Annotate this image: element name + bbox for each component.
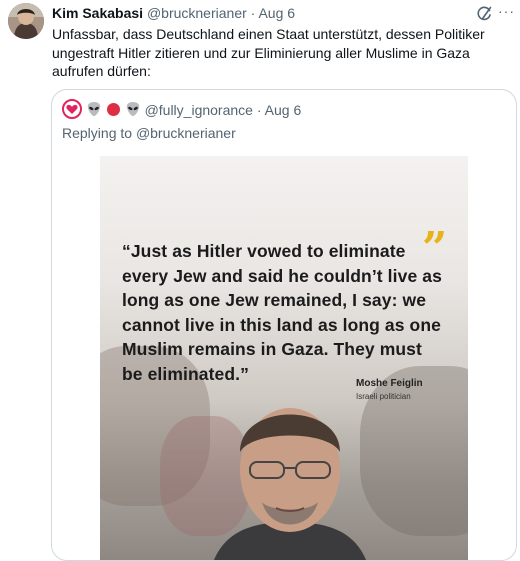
- quote-mark-icon: ”: [422, 223, 448, 274]
- quoted-tweet-image[interactable]: “Just as Hitler vowed to eliminate every…: [100, 156, 468, 560]
- author-name[interactable]: Kim Sakabasi: [52, 5, 143, 21]
- quoted-author-handle[interactable]: @fully_ignorance: [145, 102, 253, 118]
- tweet-header: Kim Sakabasi @brucknerianer · Aug 6: [52, 4, 520, 24]
- header-separator: ·: [250, 5, 256, 21]
- replying-handle-link[interactable]: @brucknerianer: [136, 125, 236, 141]
- more-options-icon[interactable]: ···: [498, 3, 515, 19]
- grok-icon[interactable]: [475, 5, 493, 23]
- author-handle[interactable]: @brucknerianer: [147, 5, 247, 21]
- replying-to: Replying to @brucknerianer: [62, 125, 236, 141]
- quoted-tweet-card[interactable]: @fully_ignorance · Aug 6 Replying to @br…: [51, 89, 517, 561]
- tweet-text: Unfassbar, dass Deutschland einen Staat …: [52, 26, 485, 79]
- heart-shield-icon: [62, 99, 82, 124]
- tweet-date[interactable]: Aug 6: [258, 5, 295, 21]
- quoted-date[interactable]: Aug 6: [265, 102, 302, 118]
- avatar[interactable]: [8, 3, 44, 39]
- alien-icon: [125, 101, 141, 122]
- portrait-photo: [214, 408, 366, 560]
- quoted-separator: ·: [256, 102, 262, 119]
- image-quote-text: “Just as Hitler vowed to eliminate every…: [122, 241, 442, 384]
- alien-icon: [86, 101, 102, 122]
- quoted-tweet-header: @fully_ignorance · Aug 6: [62, 99, 301, 121]
- red-circle-icon: [106, 102, 121, 122]
- replying-prefix: Replying to: [62, 125, 133, 141]
